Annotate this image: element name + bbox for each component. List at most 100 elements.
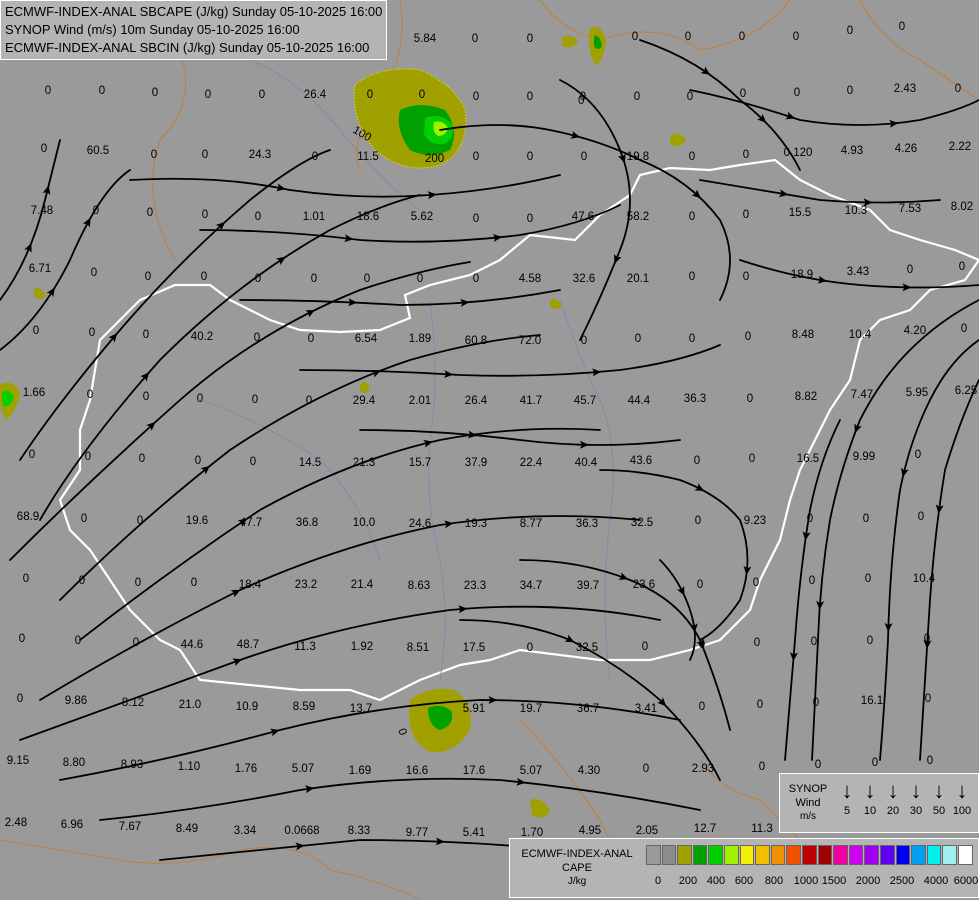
- station-value: 0: [85, 451, 91, 463]
- station-value: 5.07: [520, 765, 542, 777]
- station-value: 0: [685, 31, 691, 43]
- station-value: 13.7: [350, 703, 372, 715]
- station-value: 9.23: [744, 515, 766, 527]
- station-value: 19.6: [186, 515, 208, 527]
- station-value: 0: [811, 636, 817, 648]
- station-value: 0: [143, 329, 149, 341]
- station-value: 0: [191, 577, 197, 589]
- wind-legend-arrows: ↓ 5 ↓ 10 ↓ 20 ↓ 30 ↓ 50 ↓ 100: [836, 778, 976, 828]
- cape-color-swatch: [817, 845, 833, 865]
- station-value: 0: [311, 273, 317, 285]
- station-value: 0: [255, 273, 261, 285]
- station-value: 0: [807, 513, 813, 525]
- station-value: 4.26: [895, 143, 917, 155]
- station-value: 0: [202, 149, 208, 161]
- station-value: 0: [527, 33, 533, 45]
- station-value: 0: [581, 151, 587, 163]
- station-value: 1.10: [178, 761, 200, 773]
- cape-color-swatch: [833, 845, 848, 865]
- cape-color-swatch: [739, 845, 755, 865]
- station-value: 0: [139, 453, 145, 465]
- station-value: 36.8: [296, 517, 318, 529]
- station-value: 37.9: [465, 457, 487, 469]
- station-value: 0: [417, 273, 423, 285]
- station-value: 0: [255, 211, 261, 223]
- station-value: 0: [924, 633, 930, 645]
- cape-legend: ECMWF-INDEX-ANAL CAPE J/kg 0 200 400 600 800…: [509, 838, 979, 898]
- station-value: 72.0: [519, 335, 541, 347]
- station-value: 0: [19, 633, 25, 645]
- station-value: 1.92: [351, 641, 373, 653]
- station-value: 26.4: [465, 395, 488, 407]
- cape-tick-labels: 0 200 400 600 800 1000 1500 2000 2500 4000 6000: [646, 875, 978, 889]
- station-value: 5.84: [414, 33, 437, 45]
- cape-tick-label: 0: [654, 875, 662, 887]
- station-value: 8.51: [407, 642, 429, 654]
- station-value: 24.6: [409, 518, 431, 530]
- station-value: 0: [93, 205, 99, 217]
- station-value: 1.01: [303, 211, 325, 223]
- cape-tick-label: 2500: [889, 875, 915, 887]
- station-value: 2.05: [636, 825, 658, 837]
- station-value: 0: [689, 271, 695, 283]
- station-value: 3.43: [847, 266, 869, 278]
- station-value: 68.9: [17, 511, 39, 523]
- station-value: 0: [581, 335, 587, 347]
- station-value: 0: [743, 209, 749, 221]
- station-value: 23.6: [633, 579, 655, 591]
- station-value: 0: [147, 207, 153, 219]
- station-value: 5.91: [463, 703, 485, 715]
- station-value: 2.01: [409, 395, 431, 407]
- station-value: 0: [205, 89, 211, 101]
- station-value: 0: [41, 143, 47, 155]
- wind-legend-item: ↓ 10: [859, 778, 881, 818]
- station-value: 2.22: [949, 141, 971, 153]
- station-value: 0: [643, 763, 649, 775]
- wind-legend-title: SYNOP: [788, 783, 828, 795]
- wind-speed-label: 30: [909, 805, 923, 817]
- cape-color-swatch: [692, 845, 708, 865]
- wind-legend-item: ↓ 100: [951, 778, 973, 818]
- cape-color-swatch: [942, 845, 957, 865]
- station-value: 0: [689, 333, 695, 345]
- wind-speed-label: 5: [843, 805, 851, 817]
- station-value: 0: [195, 455, 201, 467]
- station-value: 7.53: [899, 203, 921, 215]
- station-value: 23.3: [464, 580, 486, 592]
- station-value: 8.48: [792, 329, 814, 341]
- cape-color-swatch: [848, 845, 864, 865]
- station-value: 0: [473, 273, 479, 285]
- station-value: 18.4: [239, 579, 262, 591]
- cape-color-swatch: [880, 845, 895, 865]
- station-value: 0: [815, 759, 821, 771]
- arrow-down-icon: ↓: [910, 778, 922, 803]
- cape-color-swatch: [802, 845, 817, 865]
- station-value: 15.7: [409, 457, 431, 469]
- cape-tick-label: 2000: [855, 875, 881, 887]
- station-value: 0: [33, 325, 39, 337]
- station-value: 0: [867, 635, 873, 647]
- wind-speed-label: 20: [886, 805, 900, 817]
- wind-speed-label: 100: [952, 805, 972, 817]
- header-line-synop-wind: SYNOP Wind (m/s) 10m Sunday 05-10-2025 1…: [5, 22, 300, 37]
- arrow-down-icon: ↓: [864, 778, 876, 803]
- station-value: 36.7: [577, 703, 599, 715]
- station-value: 0: [137, 515, 143, 527]
- station-value: 6.54: [355, 333, 378, 345]
- station-value: 34.7: [520, 580, 542, 592]
- station-value: 0: [927, 755, 933, 767]
- station-value: 0: [899, 21, 905, 33]
- station-value: 0: [695, 515, 701, 527]
- station-value: 0: [743, 271, 749, 283]
- cape-color-swatch: [786, 845, 801, 865]
- header-line-sbcape: ECMWF-INDEX-ANAL SBCAPE (J/kg) Sunday 05…: [5, 4, 383, 19]
- wind-legend-item: ↓ 30: [905, 778, 927, 818]
- station-value: 16.5: [797, 453, 819, 465]
- station-value: 0: [907, 264, 913, 276]
- station-value: 6.96: [61, 819, 83, 831]
- station-value: 0: [308, 333, 314, 345]
- cape-color-swatch: [724, 845, 739, 865]
- station-value: 0: [634, 91, 640, 103]
- station-value: 11.5: [357, 151, 379, 163]
- station-value: 10.4: [913, 573, 936, 585]
